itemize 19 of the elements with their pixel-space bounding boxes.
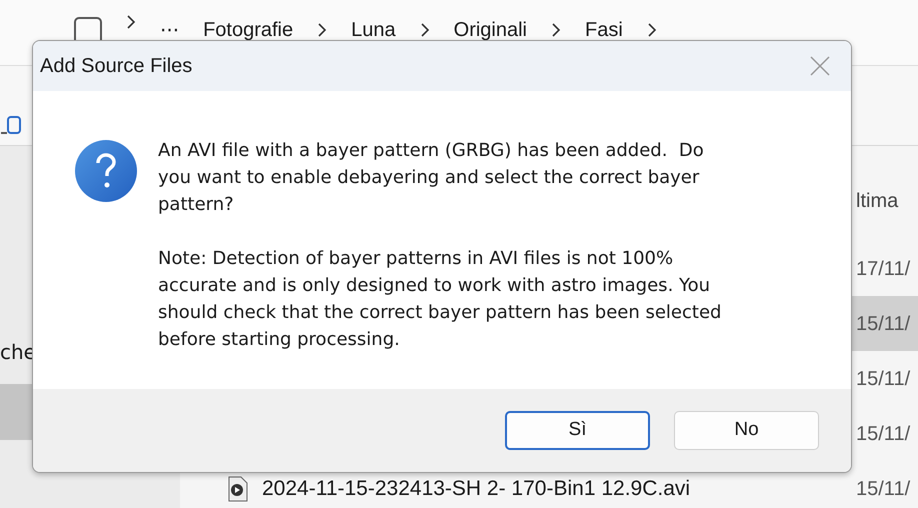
chevron-icon xyxy=(317,22,328,38)
dialog-button[interactable]: Sì xyxy=(505,411,650,450)
question-icon xyxy=(74,139,138,203)
date-cell-text: 15/11/ xyxy=(856,366,912,392)
dialog-title: Add Source Files xyxy=(40,54,192,79)
chevron-icon xyxy=(126,14,136,30)
view-icon[interactable] xyxy=(0,114,22,136)
chevron-icon xyxy=(646,22,657,38)
chevron-icon xyxy=(551,22,561,38)
chevron-icon xyxy=(420,22,430,38)
dialog-button[interactable]: No xyxy=(674,411,819,450)
message-text: An AVI file with a bayer pattern (GRBG) has been added. Do you want to enable debayering and select the correct bayer pattern? xyxy=(158,139,705,217)
video-file-icon xyxy=(228,476,248,502)
date-cell-text: 15/11/ xyxy=(856,476,912,502)
file-name: 2024-11-15-232413-SH 2- 170-Bin1 12.9C.avi xyxy=(262,476,690,502)
column-header[interactable]: ltima xyxy=(856,186,918,216)
message-text: Note: Detection of bayer patterns in AVI files is not 100% accurate and is only designed to work with astro images. You should check that the correct bayer pattern has been selected before starting processing. xyxy=(158,247,722,352)
date-cell-text: 15/11/ xyxy=(856,312,912,336)
file-row[interactable]: 2024-11-15-232413-SH 2- 170-Bin1 12.9C.avi 15/11/ xyxy=(225,461,918,508)
